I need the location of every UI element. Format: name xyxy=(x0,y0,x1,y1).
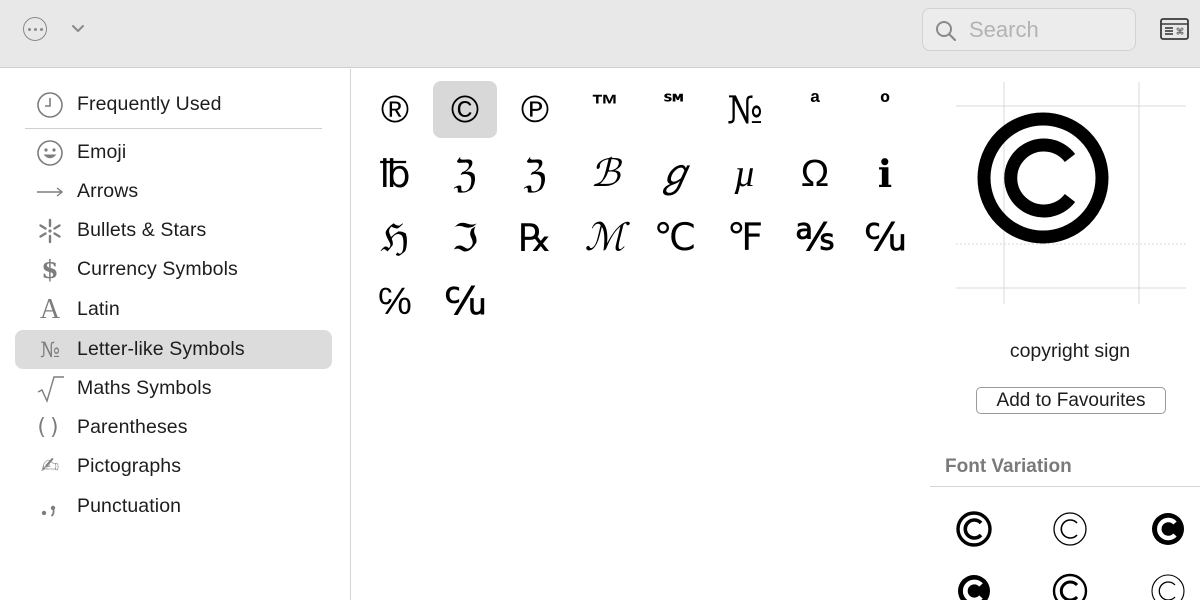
clock-icon xyxy=(37,91,63,118)
character-cell[interactable]: ℁ xyxy=(783,209,847,266)
character-cell[interactable]: ℨ xyxy=(433,145,497,202)
pen-hand-icon: ✍ xyxy=(40,454,60,479)
sidebar-item-label: Letter-like Symbols xyxy=(77,338,245,360)
character-cell[interactable]: ℠ xyxy=(643,81,707,138)
arrow-icon xyxy=(37,186,64,197)
character-cell[interactable]: ® xyxy=(363,81,427,138)
sidebar-item-bullets-stars[interactable]: Bullets & Stars xyxy=(15,211,332,250)
sidebar-item-currency-symbols[interactable]: $ Currency Symbols xyxy=(15,250,332,289)
font-variation-regular[interactable] xyxy=(1048,569,1092,600)
sidebar-item-label: Currency Symbols xyxy=(77,258,238,280)
character-cell[interactable]: ℑ xyxy=(433,209,497,266)
font-variation-divider xyxy=(930,486,1200,487)
font-variation-heavy[interactable] xyxy=(1146,507,1190,551)
character-cell[interactable]: ℅ xyxy=(363,273,427,330)
punctuation-icon xyxy=(41,505,56,517)
sidebar-item-latin[interactable]: A Latin xyxy=(15,290,332,329)
sidebar-item-letter-like-symbols[interactable]: № Letter-like Symbols xyxy=(15,330,332,369)
smiley-icon xyxy=(37,139,63,166)
sidebar-divider xyxy=(25,128,322,129)
parentheses-icon: () xyxy=(37,415,63,440)
toolbar: ⌘ xyxy=(0,0,1200,68)
sidebar-item-label: Latin xyxy=(77,298,120,320)
chevron-down-icon[interactable] xyxy=(68,18,88,38)
more-options-icon[interactable] xyxy=(23,17,47,41)
sidebar-item-label: Bullets & Stars xyxy=(77,219,207,241)
character-grid: ® © ℗ ™ ℠ № ª º ℔ ℨ ℨ ℬ ℊ µ Ω ℹ ℌ ℑ ℞ ℳ … xyxy=(352,69,929,600)
sidebar-item-parentheses[interactable]: () Parentheses xyxy=(15,408,332,447)
square-root-icon xyxy=(37,375,64,403)
category-sidebar: Frequently Used Emoji Arrows Bullets & S… xyxy=(0,69,351,600)
svg-text:⌘: ⌘ xyxy=(1176,28,1185,38)
font-variation-bold[interactable] xyxy=(952,507,996,551)
character-cell[interactable]: ℌ xyxy=(363,209,427,266)
character-name: copyright sign xyxy=(1009,340,1131,362)
sidebar-item-label: Emoji xyxy=(77,141,127,163)
character-cell[interactable]: № xyxy=(713,81,777,138)
font-variation-thin[interactable] xyxy=(1146,569,1190,600)
sidebar-item-label: Frequently Used xyxy=(77,93,222,115)
sidebar-item-arrows[interactable]: Arrows xyxy=(15,172,332,211)
sidebar-item-pictographs[interactable]: ✍ Pictographs xyxy=(15,447,332,486)
keyboard-viewer-icon[interactable]: ⌘ xyxy=(1160,17,1189,41)
font-variation-light[interactable] xyxy=(1048,507,1092,551)
character-cell[interactable]: ℆ xyxy=(853,209,917,266)
numero-icon: № xyxy=(40,337,60,362)
font-variation-black[interactable] xyxy=(952,569,996,600)
sidebar-item-emoji[interactable]: Emoji xyxy=(15,133,332,172)
search-icon xyxy=(936,21,957,42)
search-field[interactable] xyxy=(922,8,1136,51)
sidebar-item-punctuation[interactable]: Punctuation xyxy=(15,487,332,526)
sidebar-item-label: Punctuation xyxy=(77,495,182,517)
character-cell-selected[interactable]: © xyxy=(433,81,497,138)
character-cell[interactable]: ℔ xyxy=(363,145,427,202)
character-cell[interactable]: µ xyxy=(713,145,777,202)
sidebar-item-label: Pictographs xyxy=(77,455,182,477)
sidebar-item-label: Parentheses xyxy=(77,416,188,438)
latin-a-icon: A xyxy=(39,293,61,325)
dollar-icon: $ xyxy=(41,255,59,284)
character-cell[interactable]: ℊ xyxy=(643,145,707,202)
asterisk-icon xyxy=(39,218,61,243)
character-cell[interactable]: º xyxy=(853,81,917,138)
copyright-glyph-preview xyxy=(977,112,1109,244)
font-variation-heading: Font Variation xyxy=(945,456,1072,477)
character-cell[interactable]: ℳ xyxy=(573,209,637,266)
character-cell[interactable]: ℗ xyxy=(503,81,567,138)
sidebar-item-label: Arrows xyxy=(77,180,139,202)
sidebar-item-maths-symbols[interactable]: Maths Symbols xyxy=(15,369,332,408)
character-cell[interactable]: ℃ xyxy=(643,209,707,266)
search-input[interactable] xyxy=(969,14,1129,46)
sidebar-item-label: Maths Symbols xyxy=(77,377,212,399)
sidebar-item-frequently-used[interactable]: Frequently Used xyxy=(15,85,332,124)
character-cell[interactable]: ℬ xyxy=(573,145,637,202)
character-cell[interactable]: ℹ xyxy=(853,145,917,202)
character-cell[interactable]: ℆ xyxy=(433,273,497,330)
character-cell[interactable]: ™ xyxy=(573,81,637,138)
add-to-favourites-button[interactable]: Add to Favourites xyxy=(976,387,1166,414)
character-inspector: copyright sign Add to Favourites Font Va… xyxy=(930,69,1200,600)
character-cell[interactable]: ℉ xyxy=(713,209,777,266)
character-cell[interactable]: ª xyxy=(783,81,847,138)
character-cell[interactable]: Ω xyxy=(783,145,847,202)
character-cell[interactable]: ℨ xyxy=(503,145,567,202)
character-cell[interactable]: ℞ xyxy=(503,209,567,266)
